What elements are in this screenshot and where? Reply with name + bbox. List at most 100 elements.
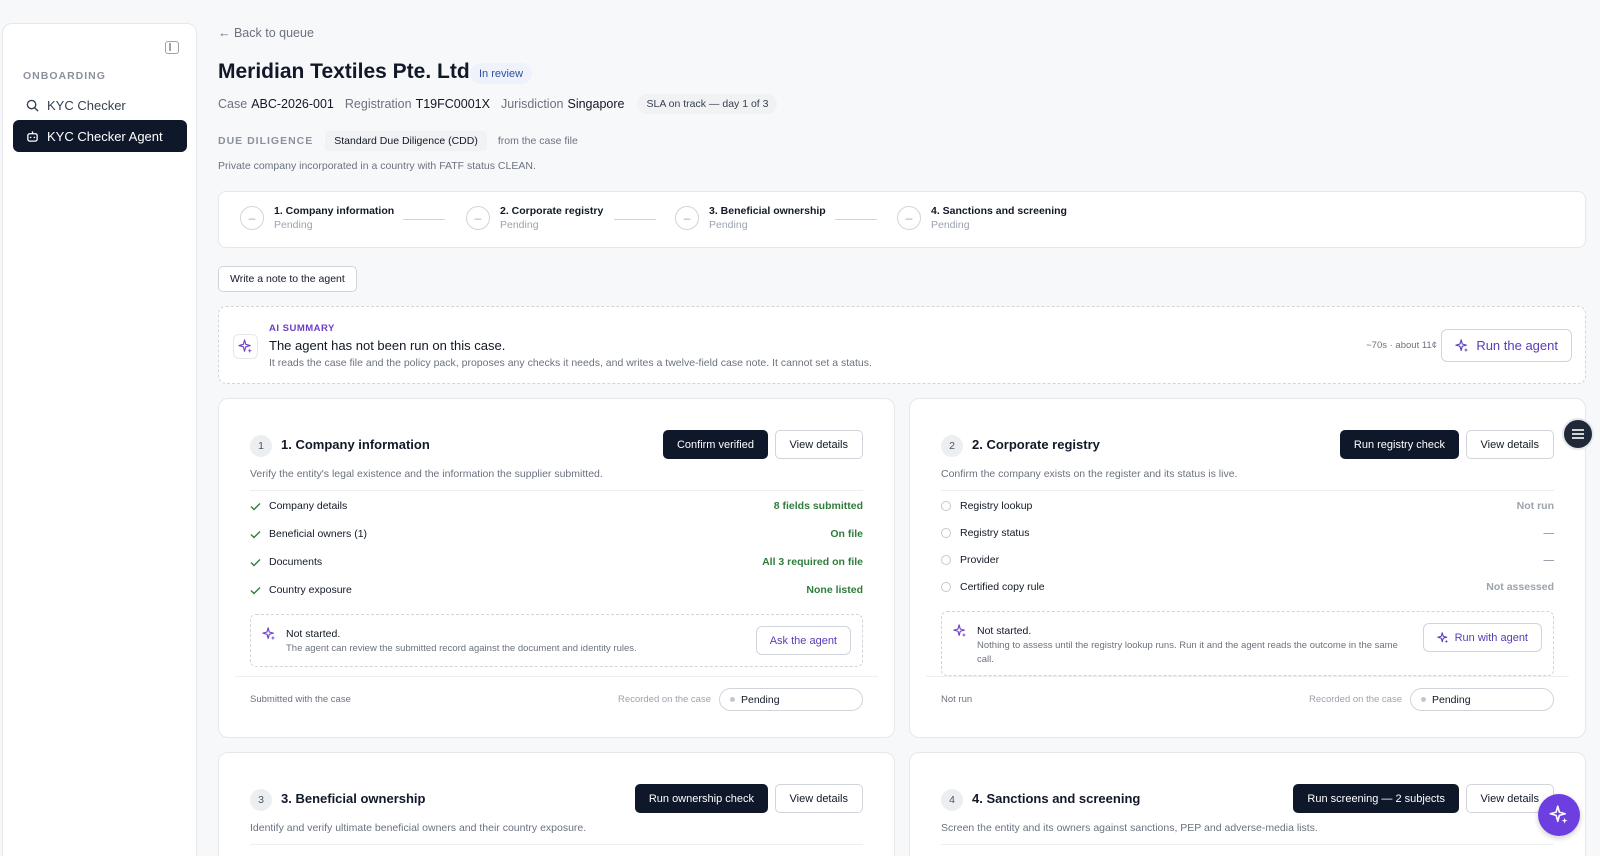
floating-ai-assistant-button[interactable]	[1538, 794, 1580, 836]
step-company-information[interactable]: – 1. Company information Pending	[240, 205, 394, 231]
check-value: None listed	[806, 584, 863, 596]
agent-status: Not started.	[286, 628, 341, 640]
menu-icon	[1572, 429, 1584, 439]
check-label: Provider	[960, 554, 1000, 566]
case-value: ABC-2026-001	[251, 97, 334, 111]
search-icon	[25, 98, 39, 112]
case-meta: Case ABC-2026-001 Registration T19FC0001…	[218, 94, 778, 114]
agent-prompt-box: Not started. The agent can review the su…	[250, 614, 863, 667]
write-note-button[interactable]: Write a note to the agent	[218, 266, 357, 292]
card-number: 3	[250, 789, 272, 811]
view-details-button[interactable]: View details	[774, 430, 863, 459]
footer-source: Not run	[941, 694, 973, 705]
check-value: Not run	[1516, 500, 1554, 512]
ai-summary-headline: The agent has not been run on this case.	[269, 338, 506, 353]
floating-menu-button[interactable]	[1562, 418, 1594, 450]
check-label: Company details	[269, 500, 348, 512]
run-with-agent-button[interactable]: Run with agent	[1422, 623, 1542, 652]
recorded-label: Recorded on the case	[1309, 694, 1402, 705]
due-diligence-source: from the case file	[497, 135, 578, 147]
step-status: Pending	[709, 219, 748, 231]
step-connector	[614, 219, 656, 220]
card-title: 3. Beneficial ownership	[281, 791, 426, 806]
view-details-button[interactable]: View details	[1465, 430, 1554, 459]
check-value: —	[1543, 554, 1555, 566]
robot-icon	[25, 129, 39, 143]
card-number: 4	[941, 789, 963, 811]
jurisdiction-value: Singapore	[567, 97, 625, 111]
check-label: Registry lookup	[960, 500, 1033, 512]
registration-label: Registration	[344, 97, 412, 111]
sparkle-icon	[1549, 805, 1568, 824]
step-corporate-registry[interactable]: – 2. Corporate registry Pending	[466, 205, 603, 231]
run-screening-button[interactable]: Run screening — 2 subjects	[1293, 784, 1459, 813]
check-value: Not assessed	[1486, 581, 1554, 593]
check-label: Documents	[269, 556, 323, 568]
card-description: Verify the entity's legal existence and …	[250, 468, 603, 480]
nav-section-label: ONBOARDING	[23, 70, 106, 82]
step-connector	[403, 219, 445, 220]
check-label: Registry status	[960, 527, 1030, 539]
sparkle-icon	[1455, 338, 1469, 352]
check-row: Documents All 3 required on file	[250, 556, 863, 568]
step-status: Pending	[274, 219, 313, 231]
progress-stepper: – 1. Company information Pending – 2. Cor…	[218, 191, 1586, 248]
ask-agent-button[interactable]: Ask the agent	[755, 626, 851, 655]
step-title: 3. Beneficial ownership	[709, 205, 826, 217]
card-company-information: 1 1. Company information Confirm verifie…	[218, 398, 895, 738]
check-row: Company details 8 fields submitted	[250, 500, 863, 512]
sidebar-item-kyc-checker-agent[interactable]: KYC Checker Agent	[13, 120, 187, 152]
footer-source: Submitted with the case	[250, 694, 351, 705]
status-value: Pending	[741, 693, 780, 706]
step-title: 4. Sanctions and screening	[931, 205, 1067, 217]
run-agent-button[interactable]: Run the agent	[1441, 329, 1572, 362]
jurisdiction-label: Jurisdiction	[500, 97, 564, 111]
card-title: 4. Sanctions and screening	[972, 791, 1141, 806]
divider	[926, 676, 1569, 677]
run-with-agent-label: Run with agent	[1454, 631, 1528, 644]
check-icon	[250, 502, 262, 511]
step-pending-icon: –	[897, 206, 921, 230]
due-diligence-value: Standard Due Diligence (CDD)	[325, 131, 487, 151]
divider	[250, 844, 863, 845]
card-number: 2	[941, 435, 963, 457]
step-title: 1. Company information	[274, 205, 395, 217]
sla-badge: SLA on track — day 1 of 3	[637, 94, 778, 114]
check-label: Beneficial owners (1)	[269, 528, 368, 540]
check-icon	[250, 586, 262, 595]
check-row: Registry lookup Not run	[941, 500, 1554, 512]
due-diligence-description: Private company incorporated in a countr…	[218, 160, 536, 172]
sparkle-icon	[262, 627, 276, 646]
registration-value: T19FC0001X	[415, 97, 490, 111]
step-pending-icon: –	[675, 206, 699, 230]
divider	[250, 490, 863, 491]
card-description: Identify and verify ultimate beneficial …	[250, 822, 587, 834]
agent-description: The agent can review the submitted recor…	[286, 643, 637, 654]
status-badge: In review	[470, 63, 533, 84]
status-select[interactable]: Pending	[719, 688, 863, 711]
sidebar-item-kyc-checker[interactable]: KYC Checker	[13, 89, 187, 121]
check-icon	[250, 530, 262, 539]
divider	[941, 844, 1554, 845]
card-corporate-registry: 2 2. Corporate registry Run registry che…	[909, 398, 1586, 738]
check-label: Country exposure	[269, 584, 352, 596]
run-registry-check-button[interactable]: Run registry check	[1339, 430, 1459, 459]
status-select[interactable]: Pending	[1410, 688, 1554, 711]
confirm-verified-button[interactable]: Confirm verified	[662, 430, 768, 459]
due-diligence-label: DUE DILIGENCE	[218, 135, 314, 147]
ai-summary-panel: AI SUMMARY The agent has not been run on…	[218, 306, 1586, 384]
status-value: Pending	[1432, 693, 1471, 706]
card-number: 1	[250, 435, 272, 457]
check-icon	[250, 558, 262, 567]
run-ownership-check-button[interactable]: Run ownership check	[634, 784, 768, 813]
back-to-queue-link[interactable]: ← Back to queue	[218, 26, 314, 40]
step-beneficial-ownership[interactable]: – 3. Beneficial ownership Pending	[675, 205, 826, 231]
step-status: Pending	[500, 219, 539, 231]
agent-status: Not started.	[977, 625, 1032, 637]
status-dot-icon	[730, 697, 735, 702]
sidebar-collapse-icon[interactable]	[165, 41, 179, 54]
step-pending-icon: –	[240, 206, 264, 230]
step-sanctions-screening[interactable]: – 4. Sanctions and screening Pending	[897, 205, 1067, 231]
step-connector	[835, 219, 877, 220]
view-details-button[interactable]: View details	[774, 784, 863, 813]
